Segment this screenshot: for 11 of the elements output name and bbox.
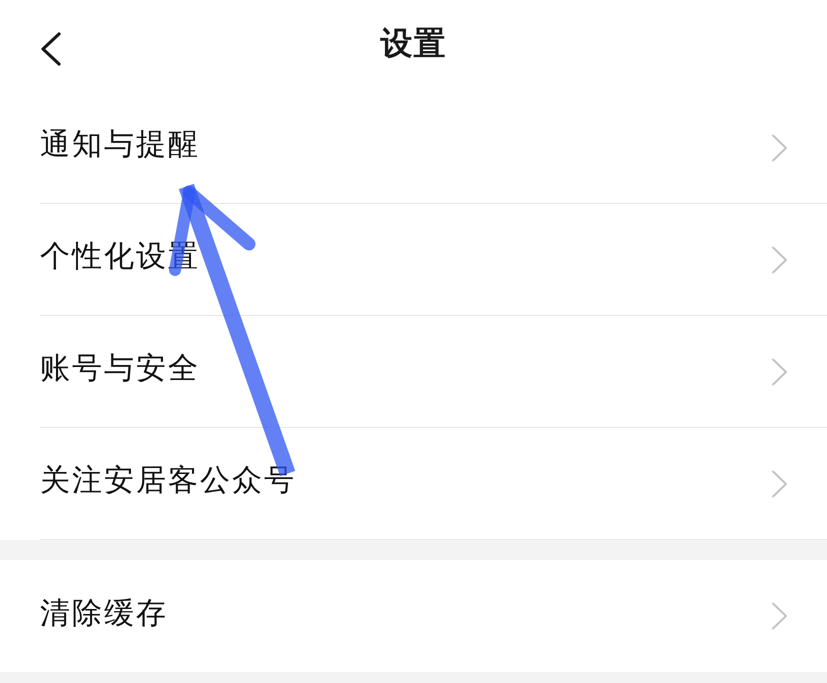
chevron-right-icon [771,470,788,498]
settings-item[interactable]: 账号与安全 [40,316,827,428]
chevron-right-icon [771,358,788,386]
page-title: 设置 [380,24,446,63]
chevron-right-icon [771,602,788,630]
settings-item[interactable]: 清除缓存 [40,560,827,672]
settings-item[interactable]: 通知与提醒 [40,92,827,204]
chevron-right-icon [771,134,788,162]
settings-item[interactable]: 关注安居客公众号 [40,428,827,540]
chevron-left-icon [40,32,62,66]
chevron-right-icon [771,246,788,274]
